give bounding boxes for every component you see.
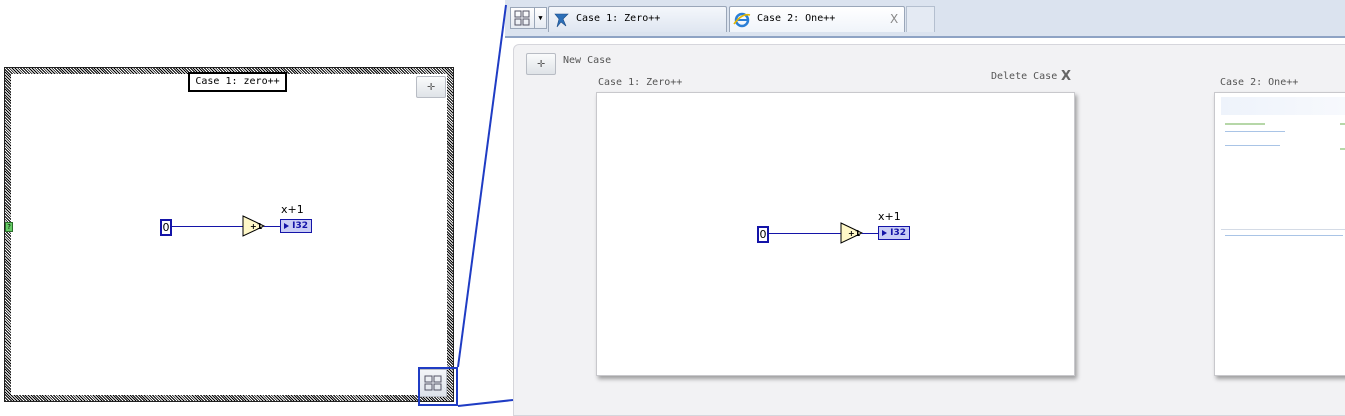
zoom-connector-lines	[457, 4, 514, 407]
